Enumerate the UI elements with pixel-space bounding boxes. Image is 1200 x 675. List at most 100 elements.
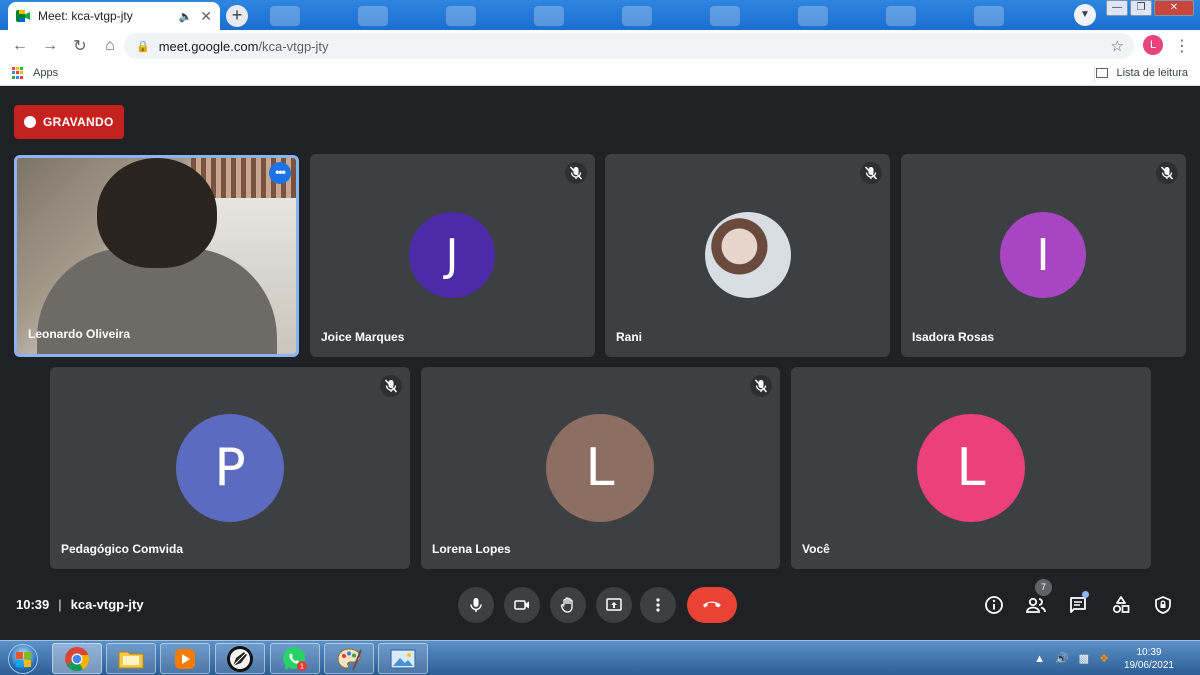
- reload-icon[interactable]: ↻: [66, 36, 94, 56]
- address-bar[interactable]: 🔒 meet.google.com/kca-vtgp-jty ☆: [124, 33, 1134, 59]
- profile-avatar[interactable]: L: [1143, 35, 1163, 55]
- muted-mic-icon: [380, 375, 402, 397]
- end-call-icon: [703, 601, 721, 608]
- background-tabs: [270, 6, 1004, 26]
- camera-button[interactable]: [504, 587, 540, 623]
- new-tab-button[interactable]: +: [226, 5, 248, 27]
- muted-mic-icon: [860, 162, 882, 184]
- participant-name: Joice Marques: [321, 330, 405, 344]
- apps-shortcut[interactable]: Apps: [12, 67, 58, 79]
- more-options-button[interactable]: [640, 587, 676, 623]
- media-play-icon: [175, 648, 195, 669]
- clock-time: 10:39: [1136, 646, 1162, 658]
- tab-search-icon[interactable]: ▼: [1074, 4, 1096, 26]
- taskbar-chrome[interactable]: [52, 643, 102, 674]
- meeting-info-separator: |: [58, 597, 62, 612]
- participant-name: Pedagógico Comvida: [61, 542, 184, 556]
- taskbar-whatsapp[interactable]: 1: [270, 643, 320, 674]
- google-meet-icon: [16, 10, 30, 22]
- background-tab-icon[interactable]: [622, 6, 652, 26]
- muted-mic-icon: [750, 375, 772, 397]
- bookmark-star-icon[interactable]: ☆: [1111, 37, 1124, 55]
- taskbar-image-viewer[interactable]: [378, 643, 428, 674]
- image-viewer-icon: [390, 648, 416, 669]
- present-screen-icon: [606, 598, 622, 611]
- close-window-icon[interactable]: ✕: [1154, 0, 1194, 16]
- taskbar-file-explorer[interactable]: [106, 643, 156, 674]
- leave-call-button[interactable]: [687, 587, 737, 623]
- participant-tile-isadora[interactable]: I Isadora Rosas: [901, 154, 1186, 357]
- url-path: /kca-vtgp-jty: [258, 38, 329, 54]
- clock-date: 19/06/2021: [1123, 659, 1174, 671]
- browser-tab-meet[interactable]: Meet: kca-vtgp-jty 🔈 ✕: [8, 2, 220, 30]
- raise-hand-button[interactable]: [550, 587, 586, 623]
- start-button[interactable]: [2, 641, 44, 675]
- participant-tile-pedagogico[interactable]: P Pedagógico Comvida: [50, 367, 410, 569]
- participant-tile-lorena[interactable]: L Lorena Lopes: [421, 367, 780, 569]
- background-tab-icon[interactable]: [270, 6, 300, 26]
- participant-tile-rani[interactable]: Rani: [605, 154, 890, 357]
- meet-main: GRAVANDO ••• Leonardo Oliveira J Joice M…: [0, 90, 1200, 640]
- meeting-info-button[interactable]: [978, 589, 1010, 621]
- reading-list-button[interactable]: Lista de leitura: [1096, 67, 1188, 79]
- forward-arrow-icon[interactable]: →: [36, 37, 64, 55]
- participant-name: Lorena Lopes: [432, 542, 511, 556]
- close-tab-icon[interactable]: ✕: [200, 8, 212, 25]
- microphone-button[interactable]: [458, 587, 494, 623]
- people-count-badge: 7: [1035, 579, 1052, 596]
- participant-name: Você: [802, 542, 830, 556]
- taskbar-app-pen[interactable]: [215, 643, 265, 674]
- meeting-time: 10:39: [16, 597, 50, 612]
- background-tab-icon[interactable]: [446, 6, 476, 26]
- avast-shield-icon[interactable]: ❖: [1099, 652, 1109, 665]
- background-tab-icon[interactable]: [534, 6, 564, 26]
- participant-tile-joice[interactable]: J Joice Marques: [310, 154, 595, 357]
- camera-icon: [514, 600, 529, 610]
- taskbar-paint[interactable]: [324, 643, 374, 674]
- background-tab-icon[interactable]: [886, 6, 916, 26]
- back-arrow-icon[interactable]: ←: [6, 37, 34, 55]
- folder-icon: [118, 651, 144, 668]
- participant-avatar: L: [917, 414, 1025, 522]
- participant-profile-photo: [705, 212, 791, 298]
- tab-title: Meet: kca-vtgp-jty: [38, 9, 133, 23]
- taskbar-clock[interactable]: 10:39 19/06/2021: [1124, 646, 1174, 672]
- host-controls-button[interactable]: [1147, 589, 1179, 621]
- browser-tab-strip: Meet: kca-vtgp-jty 🔈 ✕ + ▼ — ❐ ✕: [0, 0, 1200, 30]
- chat-button[interactable]: [1062, 589, 1094, 621]
- window-controls: — ❐ ✕: [1106, 0, 1194, 16]
- participant-tile-self[interactable]: L Você: [791, 367, 1151, 569]
- recording-badge[interactable]: GRAVANDO: [14, 105, 124, 139]
- network-icon[interactable]: ▩: [1079, 652, 1089, 665]
- background-tab-icon[interactable]: [358, 6, 388, 26]
- people-button[interactable]: 7: [1020, 579, 1052, 621]
- participant-avatar: I: [1000, 212, 1086, 298]
- meet-control-bar: 10:39 | kca-vtgp-jty 7: [0, 579, 1200, 640]
- minimize-icon[interactable]: —: [1106, 0, 1128, 16]
- speaker-audio-icon[interactable]: 🔈: [179, 10, 193, 23]
- activities-button[interactable]: [1105, 589, 1137, 621]
- volume-icon[interactable]: 🔊: [1055, 652, 1069, 665]
- restore-icon[interactable]: ❐: [1130, 0, 1152, 16]
- more-vert-icon: [656, 598, 660, 612]
- participant-tile-leonardo[interactable]: ••• Leonardo Oliveira: [14, 155, 299, 357]
- present-screen-button[interactable]: [596, 587, 632, 623]
- lock-icon[interactable]: 🔒: [136, 40, 150, 53]
- taskbar-media-player[interactable]: [160, 643, 210, 674]
- show-hidden-icons-icon[interactable]: ▲: [1034, 653, 1045, 665]
- reading-list-label: Lista de leitura: [1116, 67, 1188, 79]
- meeting-code: kca-vtgp-jty: [70, 597, 144, 612]
- apps-grid-icon: [12, 67, 24, 79]
- more-options-icon[interactable]: •••: [269, 162, 291, 184]
- url-host: meet.google.com: [158, 38, 259, 54]
- home-icon[interactable]: ⌂: [96, 37, 124, 55]
- muted-mic-icon: [565, 162, 587, 184]
- microphone-icon: [470, 598, 482, 612]
- chat-notification-dot: [1082, 591, 1089, 598]
- browser-menu-icon[interactable]: ⋮: [1174, 36, 1190, 56]
- background-tab-icon[interactable]: [710, 6, 740, 26]
- background-tab-icon[interactable]: [974, 6, 1004, 26]
- bookmarks-bar: Apps Lista de leitura: [0, 62, 1200, 86]
- background-tab-icon[interactable]: [798, 6, 828, 26]
- browser-toolbar: ← → ↻ ⌂ 🔒 meet.google.com/kca-vtgp-jty ☆…: [0, 30, 1200, 62]
